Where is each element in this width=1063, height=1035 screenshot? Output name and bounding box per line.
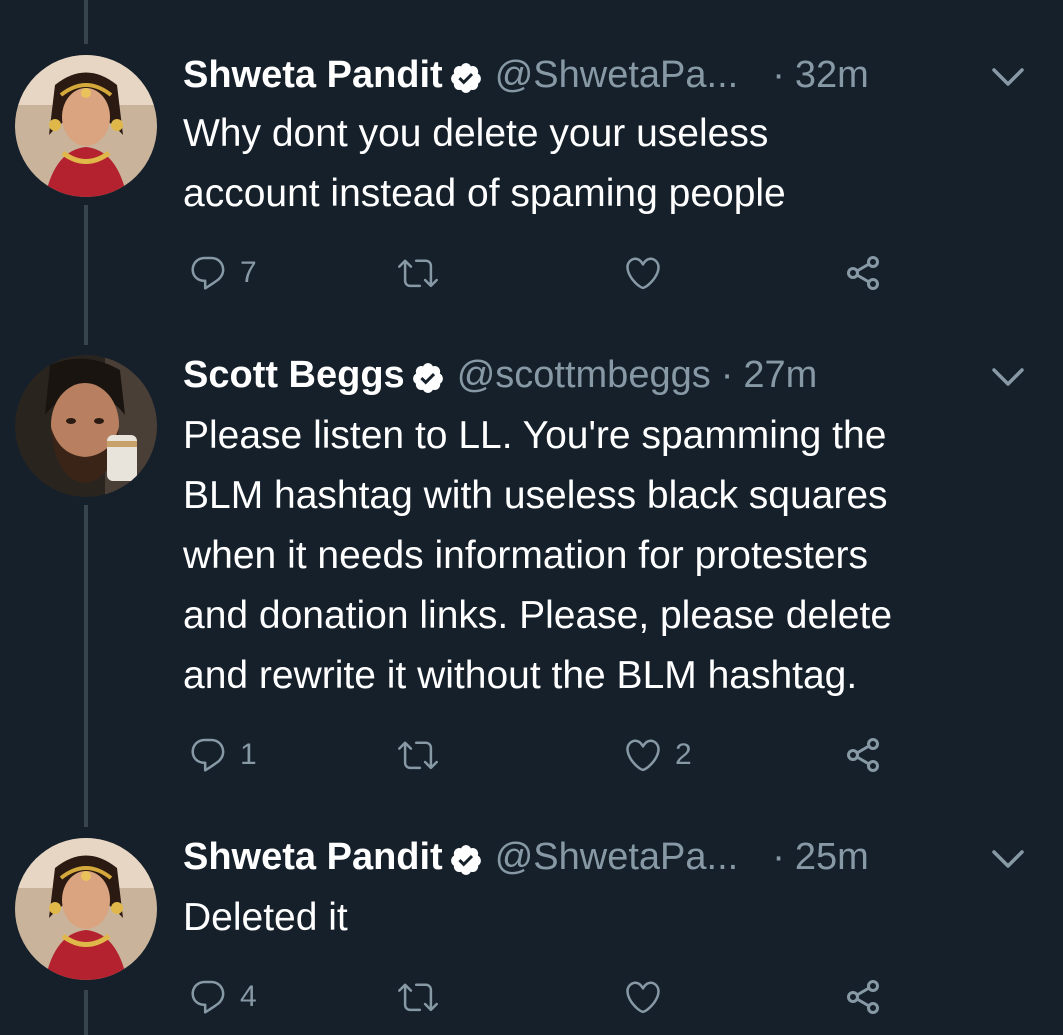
tweet-header: Scott Beggs @scottmbeggs · 27m bbox=[183, 350, 817, 400]
reply-icon bbox=[188, 977, 228, 1017]
tweet-text: Why dont you delete your useless account… bbox=[183, 104, 1043, 224]
tweet-text: Please listen to LL. You're spamming the… bbox=[183, 406, 1043, 706]
retweet-button[interactable] bbox=[398, 972, 438, 1022]
tweet-header: Shweta Pandit @ShwetaPa... · 25m bbox=[183, 832, 869, 882]
tweet[interactable]: Shweta Pandit @ShwetaPa... · 32m Why don… bbox=[0, 0, 1063, 330]
avatar[interactable] bbox=[15, 838, 157, 980]
tweet[interactable]: Scott Beggs @scottmbeggs · 27m Please li… bbox=[0, 330, 1063, 810]
reply-button[interactable]: 7 bbox=[188, 248, 257, 298]
avatar[interactable] bbox=[15, 355, 157, 497]
display-name[interactable]: Shweta Pandit bbox=[183, 832, 443, 882]
like-icon bbox=[623, 253, 663, 293]
like-button[interactable]: 2 bbox=[623, 730, 692, 780]
chevron-down-icon[interactable] bbox=[988, 62, 1028, 92]
separator-dot: · bbox=[772, 54, 785, 96]
like-button[interactable] bbox=[623, 972, 675, 1022]
reply-icon bbox=[188, 735, 228, 775]
share-button[interactable] bbox=[843, 972, 883, 1022]
reply-button[interactable]: 1 bbox=[188, 730, 257, 780]
like-count: 2 bbox=[675, 738, 692, 771]
retweet-icon bbox=[398, 735, 438, 775]
tweet-text-line: BLM hashtag with useless black squares bbox=[183, 474, 888, 517]
like-icon bbox=[623, 977, 663, 1017]
action-bar: 4 bbox=[183, 972, 903, 1022]
reply-icon bbox=[188, 253, 228, 293]
chevron-down-icon[interactable] bbox=[988, 844, 1028, 874]
tweet-text-line: Please listen to LL. You're spamming the bbox=[183, 414, 887, 457]
tweet-text-line: Deleted it bbox=[183, 896, 348, 939]
chevron-down-icon[interactable] bbox=[988, 362, 1028, 392]
verified-badge-icon bbox=[449, 58, 483, 93]
timestamp[interactable]: 25m bbox=[795, 832, 869, 882]
share-icon bbox=[843, 253, 883, 293]
display-name[interactable]: Shweta Pandit bbox=[183, 50, 443, 100]
timestamp[interactable]: 32m bbox=[795, 50, 869, 100]
tweet-text-line: account instead of spaming people bbox=[183, 172, 786, 215]
retweet-icon bbox=[398, 253, 438, 293]
avatar[interactable] bbox=[15, 55, 157, 197]
tweet-text: Deleted it bbox=[183, 888, 1043, 948]
separator-dot: · bbox=[772, 836, 785, 878]
share-button[interactable] bbox=[843, 730, 883, 780]
tweet-text-line: Why dont you delete your useless bbox=[183, 112, 769, 155]
share-button[interactable] bbox=[843, 248, 883, 298]
username-handle[interactable]: @ShwetaPa... bbox=[495, 832, 738, 882]
separator-dot: · bbox=[720, 354, 734, 396]
share-icon bbox=[843, 735, 883, 775]
tweet-text-line: and rewrite it without the BLM hashtag. bbox=[183, 654, 858, 697]
share-icon bbox=[843, 977, 883, 1017]
verified-badge-icon bbox=[449, 840, 483, 875]
timestamp[interactable]: 27m bbox=[743, 350, 817, 400]
retweet-button[interactable] bbox=[398, 730, 438, 780]
reply-button[interactable]: 4 bbox=[188, 972, 257, 1022]
retweet-button[interactable] bbox=[398, 248, 438, 298]
tweet-header: Shweta Pandit @ShwetaPa... · 32m bbox=[183, 50, 869, 100]
tweet[interactable]: Shweta Pandit @ShwetaPa... · 25m Deleted… bbox=[0, 810, 1063, 1035]
verified-badge-icon bbox=[411, 358, 445, 393]
username-handle[interactable]: @scottmbeggs bbox=[457, 350, 711, 400]
username-handle[interactable]: @ShwetaPa... bbox=[495, 50, 738, 100]
tweet-text-line: when it needs information for protesters bbox=[183, 534, 869, 577]
retweet-icon bbox=[398, 977, 438, 1017]
reply-count: 7 bbox=[240, 256, 257, 289]
like-icon bbox=[623, 735, 663, 775]
tweet-text-line: and donation links. Please, please delet… bbox=[183, 594, 893, 637]
action-bar: 7 bbox=[183, 248, 903, 298]
reply-count: 4 bbox=[240, 980, 257, 1013]
reply-count: 1 bbox=[240, 738, 257, 771]
display-name[interactable]: Scott Beggs bbox=[183, 350, 405, 400]
action-bar: 1 2 bbox=[183, 730, 903, 780]
like-button[interactable] bbox=[623, 248, 675, 298]
